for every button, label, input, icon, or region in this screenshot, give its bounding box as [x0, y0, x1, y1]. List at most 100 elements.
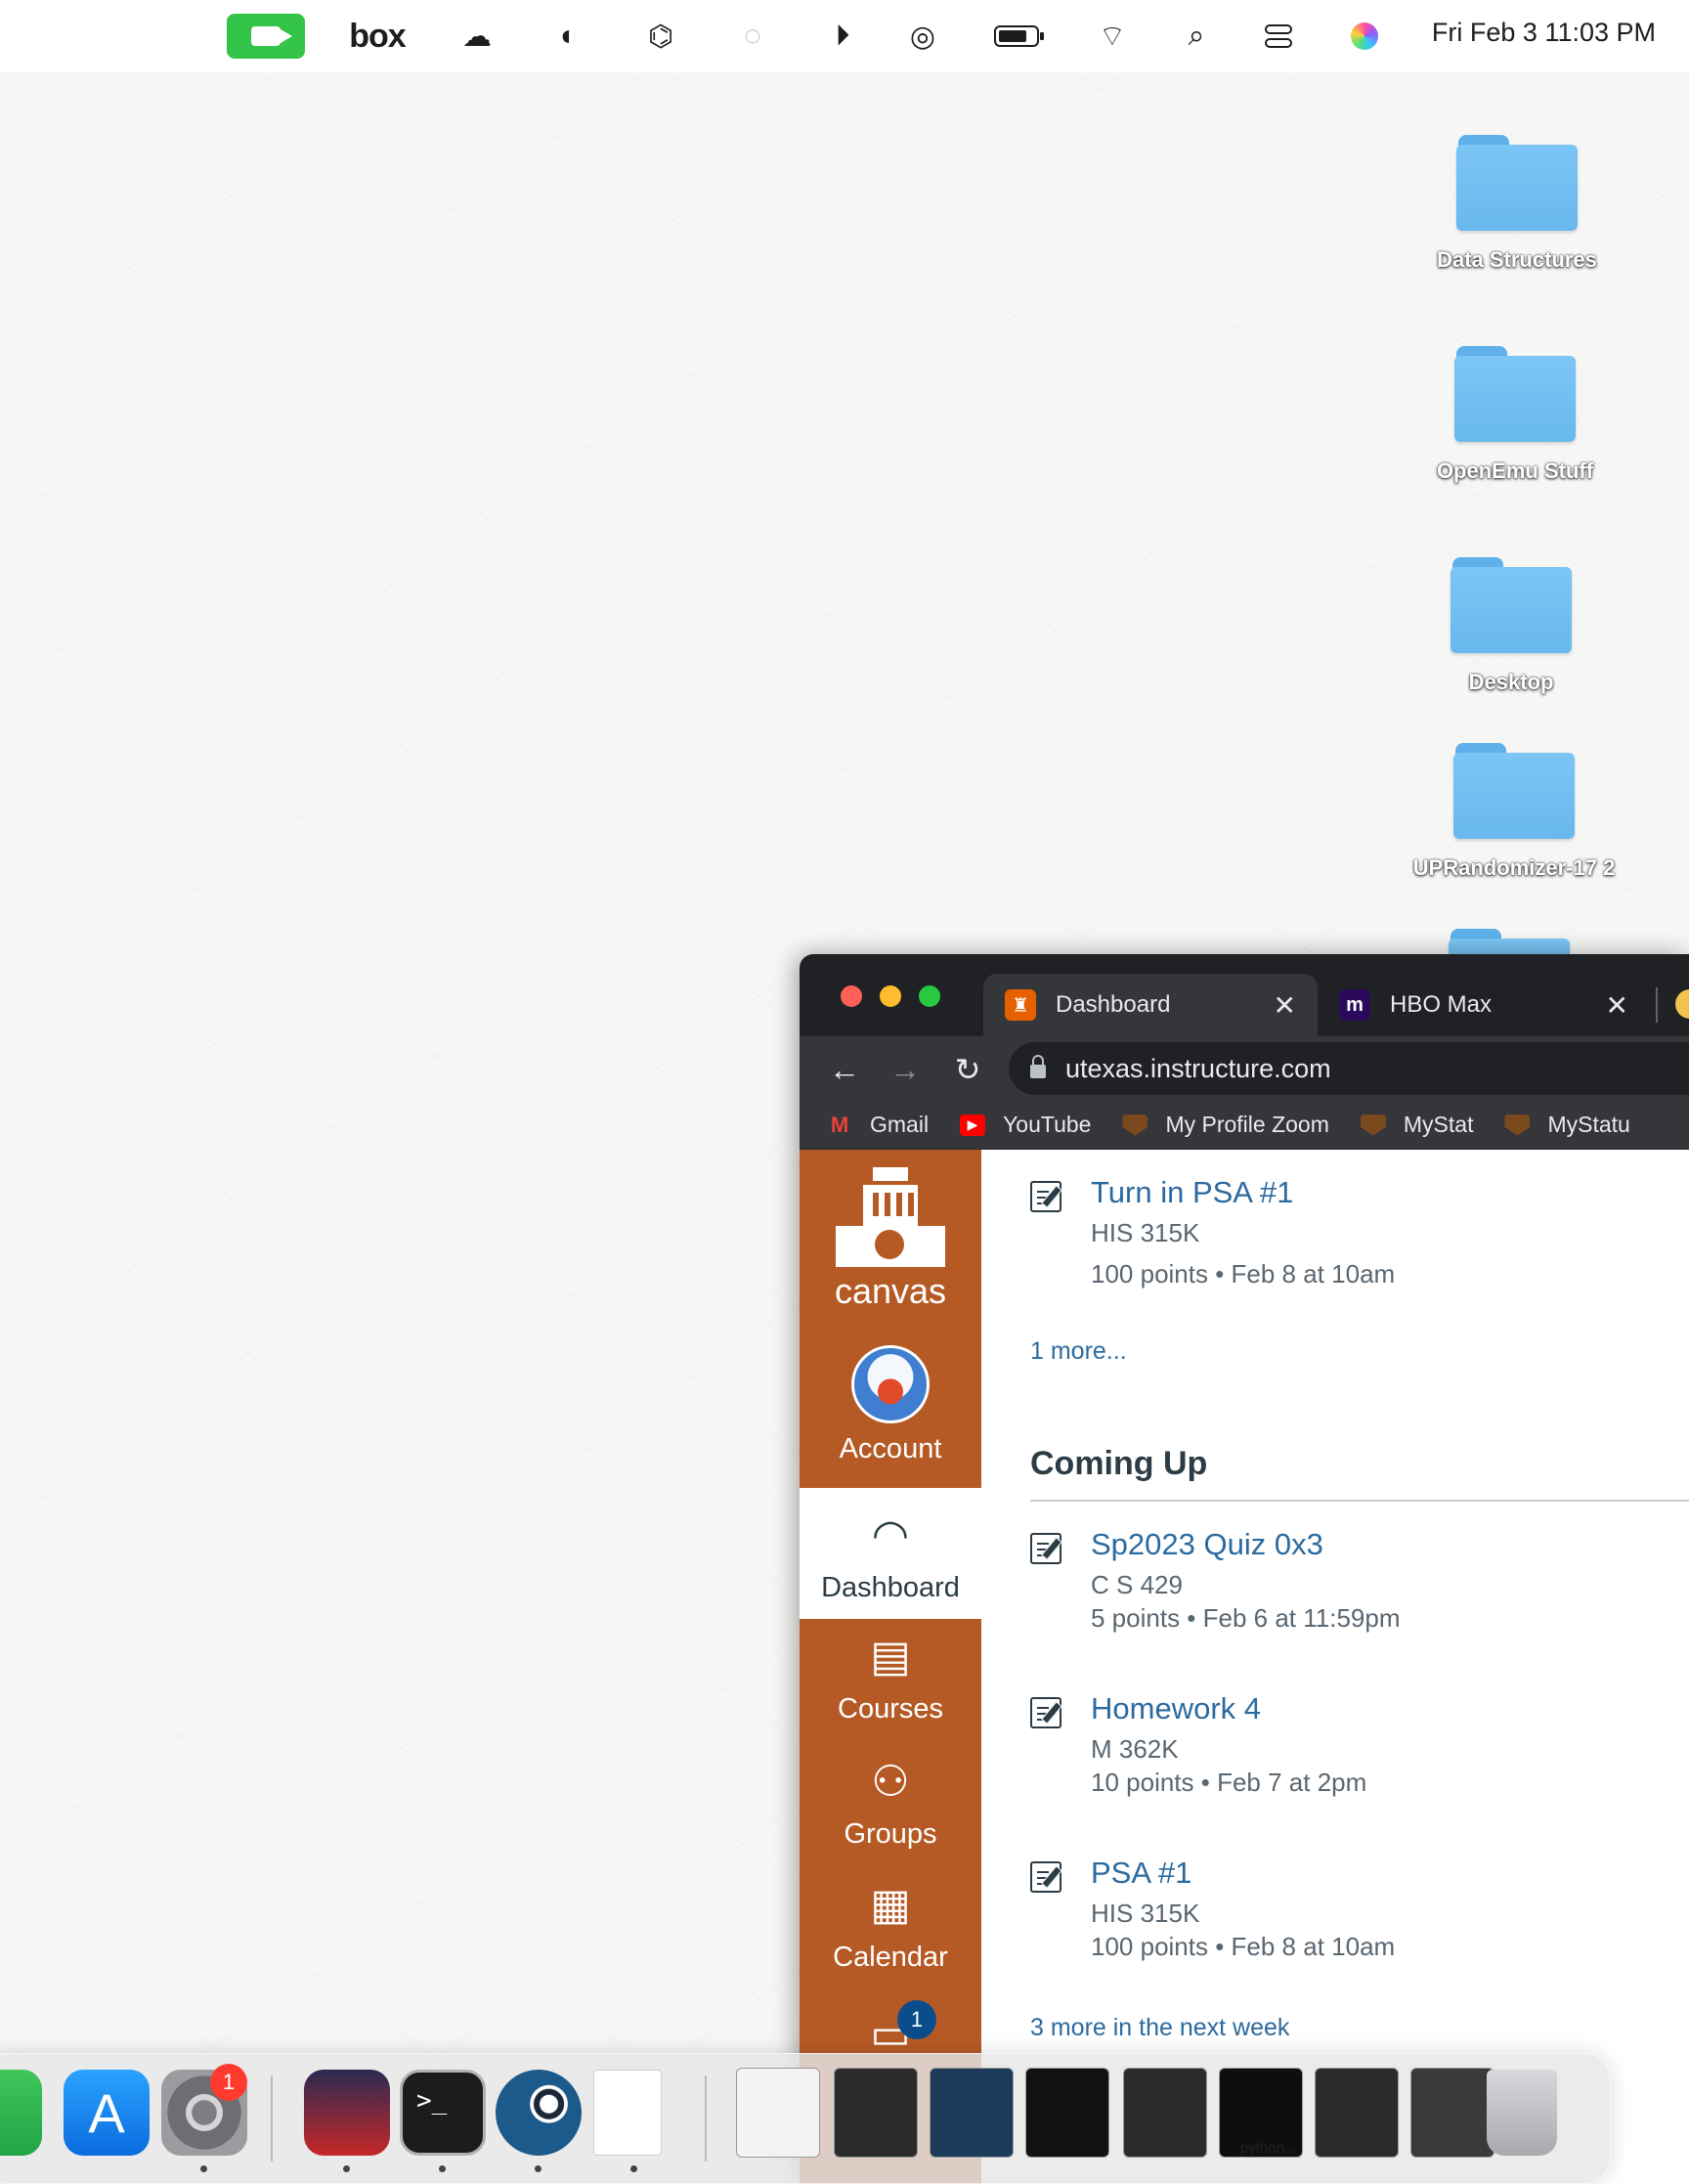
minimized-facetime-window[interactable] [1025, 2068, 1109, 2158]
dashboard-sidebar-content: Turn in PSA #1 HIS 315K 100 points • Feb… [981, 1150, 1689, 2184]
assignment-icon [1030, 1697, 1061, 1728]
chrome-window: ♜ Dashboard ✕ m HBO Max ✕ ← → ↻ utexas.i… [800, 954, 1689, 2184]
bookmark-youtube[interactable]: ▶ YouTube [960, 1112, 1091, 1138]
creative-cloud-icon[interactable]: ☁ [455, 14, 498, 59]
steam-app-icon[interactable] [496, 2070, 582, 2156]
search-icon[interactable]: ⌕ [1175, 14, 1218, 59]
python-window-label: python... [1240, 2140, 1297, 2157]
tab-strip: ♜ Dashboard ✕ m HBO Max ✕ [800, 954, 1689, 1036]
app-store-icon[interactable]: A [64, 2070, 150, 2156]
more-todo-link[interactable]: 1 more... [1030, 1337, 1127, 1366]
coming-up-heading: Coming Up [1030, 1445, 1208, 1482]
youtube-icon: ▶ [960, 1114, 986, 1136]
dock-separator [705, 2075, 707, 2162]
minimized-chrome-window[interactable] [736, 2068, 820, 2158]
tab-dashboard[interactable]: ♜ Dashboard ✕ [983, 974, 1318, 1036]
close-tab-icon[interactable]: ✕ [1274, 989, 1296, 1022]
folder-icon [1453, 743, 1575, 841]
nav-groups[interactable]: ⚇ Groups [800, 1754, 981, 1851]
close-window-button[interactable] [841, 985, 862, 1007]
running-indicator [343, 2165, 350, 2172]
tab-hbo-max[interactable]: m HBO Max ✕ [1318, 974, 1650, 1036]
desktop-folder-data-structures[interactable]: Data Structures [1419, 135, 1615, 276]
bookmark-my-profile-zoom[interactable]: My Profile Zoom [1122, 1112, 1329, 1138]
menubar-clock[interactable]: Fri Feb 3 11:03 PM [1432, 18, 1656, 48]
facetime-video-icon[interactable] [227, 14, 305, 59]
folder-icon [1456, 135, 1578, 233]
control-center-icon[interactable] [1257, 14, 1300, 59]
section-divider [1030, 1500, 1689, 1502]
hbo-max-favicon-icon: m [1339, 989, 1370, 1021]
partial-tab-favicon-icon[interactable] [1675, 989, 1689, 1019]
canvas-global-nav: canvas Account ◠ Dashboard ▤ Courses ⚇ G… [800, 1150, 981, 2184]
ut-tower-icon [836, 1167, 945, 1267]
desktop-folder-openemu-stuff[interactable]: OpenEmu Stuff [1417, 346, 1613, 487]
airdrop-icon[interactable]: ◎ [901, 14, 944, 59]
minimized-window[interactable] [834, 2068, 918, 2158]
folder-icon [1451, 557, 1572, 655]
trash-icon[interactable] [1487, 2070, 1557, 2156]
dock: A 1 >_ python... [0, 2053, 1611, 2184]
sync-app-icon[interactable]: ◐ [547, 14, 590, 59]
calendar-icon: ▦ [870, 1880, 911, 1929]
dock-separator [271, 2075, 273, 2162]
reload-icon[interactable]: ↻ [946, 1048, 989, 1091]
minimized-settings-window[interactable] [1123, 2068, 1207, 2158]
running-indicator [200, 2165, 207, 2172]
nav-dashboard[interactable]: ◠ Dashboard [800, 1488, 981, 1619]
running-indicator [630, 2165, 637, 2172]
battery-icon[interactable] [989, 14, 1044, 59]
bookmark-mystatus[interactable]: MyStatu [1504, 1112, 1630, 1138]
settings-update-badge: 1 [210, 2064, 247, 2101]
terminal-app-icon[interactable]: >_ [400, 2070, 486, 2156]
bookmark-gmail[interactable]: M Gmail [827, 1112, 929, 1138]
bookmark-mystat[interactable]: MyStat [1360, 1112, 1473, 1138]
running-indicator [439, 2165, 446, 2172]
more-next-week-link[interactable]: 3 more in the next week [1030, 2014, 1289, 2042]
document-file-icon[interactable] [593, 2070, 662, 2156]
assignment-icon [1030, 1861, 1061, 1893]
url-text: utexas.instructure.com [1065, 1053, 1331, 1083]
tab-separator [1656, 987, 1658, 1023]
minimized-messages-window[interactable] [1315, 2068, 1399, 2158]
lock-icon [1030, 1055, 1046, 1078]
nav-account[interactable]: Account [800, 1345, 981, 1465]
nav-courses[interactable]: ▤ Courses [800, 1629, 981, 1725]
back-arrow-icon[interactable]: ← [823, 1048, 866, 1091]
ut-shield-icon [1122, 1114, 1148, 1136]
forward-arrow-icon[interactable]: → [884, 1048, 927, 1091]
ut-shield-icon [1360, 1114, 1386, 1136]
address-bar[interactable]: utexas.instructure.com [1009, 1042, 1689, 1095]
numbers-app-icon[interactable] [0, 2070, 42, 2156]
desktop-folder-uprandomizer[interactable]: UPRandomizer-17 2 [1411, 743, 1617, 884]
openemu-joystick-icon[interactable] [304, 2070, 390, 2156]
desktop-folder-desktop[interactable]: Desktop [1413, 557, 1609, 698]
zoom-window-button[interactable] [919, 985, 940, 1007]
gmail-icon: M [830, 1112, 849, 1137]
loading-spinner-icon[interactable]: ◌ [731, 14, 774, 59]
nav-calendar[interactable]: ▦ Calendar [800, 1877, 981, 1974]
coming-up-item[interactable]: PSA #1 HIS 315K 100 points • Feb 8 at 10… [1030, 1856, 1689, 1963]
coming-up-item[interactable]: Homework 4 M 362K 10 points • Feb 7 at 2… [1030, 1691, 1689, 1799]
canvas-logo[interactable]: canvas [829, 1167, 952, 1312]
bookmarks-bar: M Gmail ▶ YouTube My Profile Zoom MyStat… [800, 1101, 1689, 1150]
menu-bar: box ☁ ◐ ⌬ ◌ ⏵ ◎ ⌔ ⌕ Fri Feb 3 11:03 PM [0, 0, 1689, 72]
airpods-icon[interactable]: ⌬ [639, 14, 682, 59]
todo-item[interactable]: Turn in PSA #1 HIS 315K 100 points • Feb… [1030, 1175, 1689, 1289]
dashboard-gauge-icon: ◠ [871, 1510, 910, 1559]
play-circle-icon[interactable]: ⏵ [821, 14, 864, 59]
minimize-window-button[interactable] [880, 985, 901, 1007]
inbox-unread-badge: 1 [897, 2000, 936, 2039]
wifi-icon[interactable]: ⌔ [1091, 14, 1134, 59]
coming-up-item[interactable]: Sp2023 Quiz 0x3 C S 429 5 points • Feb 6… [1030, 1527, 1689, 1635]
browser-toolbar: ← → ↻ utexas.instructure.com [800, 1036, 1689, 1101]
minimized-preview-window[interactable] [930, 2068, 1014, 2158]
siri-icon[interactable] [1343, 14, 1386, 59]
assignment-icon [1030, 1181, 1061, 1212]
canvas-favicon-icon: ♜ [1005, 989, 1036, 1021]
close-tab-icon[interactable]: ✕ [1606, 989, 1628, 1022]
box-app-icon[interactable]: box [348, 14, 407, 59]
minimized-mail-window[interactable] [1410, 2068, 1494, 2158]
book-icon: ▤ [870, 1632, 911, 1681]
running-indicator [535, 2165, 541, 2172]
